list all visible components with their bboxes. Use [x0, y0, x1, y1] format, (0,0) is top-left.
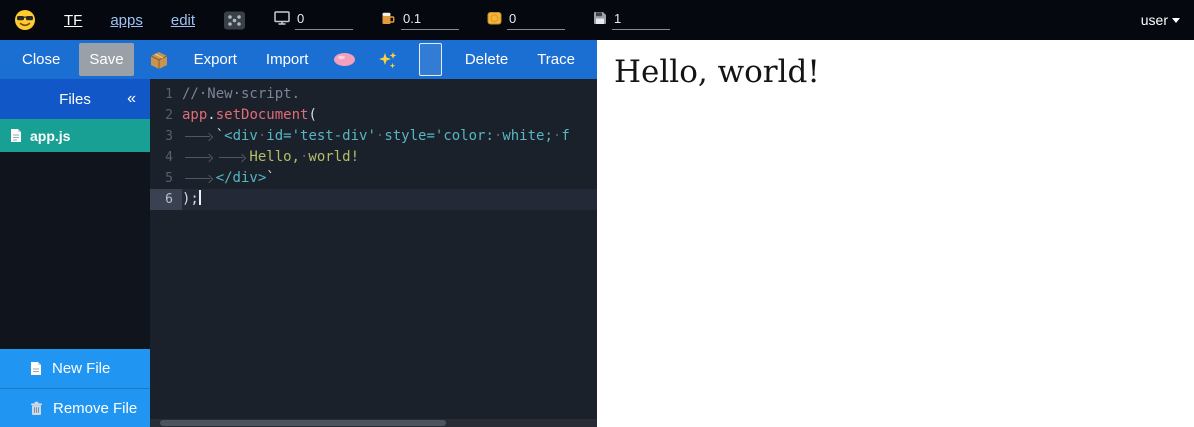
stat-value-monitor[interactable]: 0	[295, 11, 353, 30]
user-menu[interactable]: user	[1141, 12, 1180, 28]
nav-link-edit[interactable]: edit	[171, 12, 195, 29]
new-file-label: New File	[52, 360, 110, 377]
tab-indent-marker	[216, 147, 250, 168]
remove-file-label: Remove File	[53, 400, 137, 417]
user-label: user	[1141, 12, 1168, 28]
line-number: 6	[150, 189, 182, 210]
line-number: 5	[150, 168, 182, 189]
code-line[interactable]: 6);	[150, 189, 597, 210]
files-sidebar: Files « app.js	[0, 79, 150, 427]
floppy-icon	[593, 11, 607, 30]
main-area: Close Save Export Import	[0, 40, 1194, 427]
trace-button[interactable]: Trace	[527, 43, 585, 76]
line-number: 1	[150, 84, 182, 105]
stat-coin[interactable]: 0	[487, 11, 565, 30]
workarea: Files « app.js	[0, 79, 597, 427]
smiley-icon[interactable]	[14, 9, 36, 31]
brand-link[interactable]: TF	[64, 12, 82, 29]
sparkles-button[interactable]	[371, 44, 404, 76]
code-line[interactable]: 1//·New·script.	[150, 84, 597, 105]
stat-value-floppy[interactable]: 1	[612, 11, 670, 30]
app-root: TF apps edit 0	[0, 0, 1194, 427]
code-lines: 1//·New·script.2app.setDocument(3`<div·i…	[150, 84, 597, 210]
tab-indent-marker	[182, 147, 216, 168]
preview-pane: Hello, world!	[597, 40, 1194, 427]
close-button[interactable]: Close	[12, 43, 70, 76]
horizontal-scrollbar[interactable]	[150, 419, 597, 427]
code-line[interactable]: 3`<div·id='test-div'·style='color:·white…	[150, 126, 597, 147]
dice-icon[interactable]	[223, 10, 246, 31]
editor-toolbar: Close Save Export Import	[0, 40, 597, 79]
files-header: Files «	[0, 79, 150, 119]
code-line[interactable]: 2app.setDocument(	[150, 105, 597, 126]
stat-monitor[interactable]: 0	[274, 11, 353, 30]
sparkles-icon	[377, 50, 398, 70]
tab-indent-marker	[182, 168, 216, 189]
sidebar-empty-area	[0, 152, 150, 349]
beer-icon	[381, 11, 396, 30]
code-line[interactable]: 4Hello,·world!	[150, 147, 597, 168]
package-icon	[149, 50, 169, 70]
files-title: Files	[59, 91, 91, 108]
topbar: TF apps edit 0	[0, 0, 1194, 40]
stat-beer[interactable]: 0.1	[381, 11, 459, 30]
trash-icon	[30, 401, 43, 416]
nav-link-apps[interactable]: apps	[110, 12, 143, 29]
new-file-icon	[30, 361, 42, 376]
scrollbar-thumb[interactable]	[160, 420, 446, 426]
file-item-appjs[interactable]: app.js	[0, 119, 150, 152]
line-number: 2	[150, 105, 182, 126]
delete-button[interactable]: Delete	[455, 43, 518, 76]
save-button[interactable]: Save	[79, 43, 133, 76]
smiley-face-icon	[14, 9, 36, 31]
coin-icon	[487, 11, 502, 30]
soap-button[interactable]	[327, 46, 362, 73]
line-number: 4	[150, 147, 182, 168]
text-cursor	[199, 190, 201, 205]
blank-toolbar-button[interactable]	[419, 43, 441, 76]
remove-file-button[interactable]: Remove File	[0, 388, 150, 427]
export-button[interactable]: Export	[184, 43, 247, 76]
new-file-button[interactable]: New File	[0, 349, 150, 388]
tab-indent-marker	[182, 126, 216, 147]
document-icon	[10, 128, 22, 143]
workspace: Close Save Export Import	[0, 40, 597, 427]
code-line[interactable]: 5</div>`	[150, 168, 597, 189]
file-name: app.js	[30, 128, 70, 144]
soap-icon	[333, 52, 356, 67]
import-button[interactable]: Import	[256, 43, 319, 76]
package-button[interactable]	[143, 44, 175, 76]
preview-text: Hello, world!	[614, 54, 1194, 90]
code-editor[interactable]: 1//·New·script.2app.setDocument(3`<div·i…	[150, 79, 597, 427]
caret-down-icon	[1172, 18, 1180, 23]
collapse-sidebar-button[interactable]: «	[123, 79, 140, 119]
stat-value-beer[interactable]: 0.1	[401, 11, 459, 30]
monitor-icon	[274, 11, 290, 30]
line-number: 3	[150, 126, 182, 147]
stat-floppy[interactable]: 1	[593, 11, 670, 30]
stat-value-coin[interactable]: 0	[507, 11, 565, 30]
